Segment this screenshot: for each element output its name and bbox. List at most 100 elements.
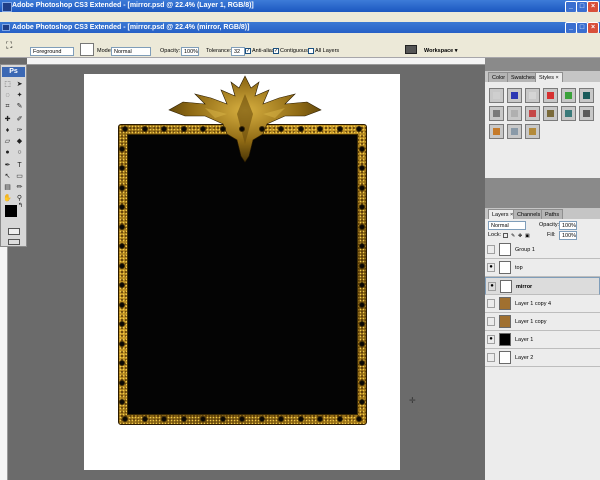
visibility-eye-icon[interactable]: ● (488, 282, 496, 291)
style-swatch[interactable] (561, 88, 576, 103)
tab-channels[interactable]: Channels (513, 209, 545, 219)
foreground-color-swatch[interactable] (5, 205, 17, 217)
visibility-eye-icon[interactable] (487, 353, 495, 362)
tab-styles[interactable]: Styles × (535, 72, 563, 82)
style-swatch[interactable] (525, 124, 540, 139)
style-swatch[interactable] (579, 88, 594, 103)
style-swatch[interactable] (525, 88, 540, 103)
swap-colors-icon[interactable]: ↰ (18, 202, 23, 209)
rivet (119, 379, 125, 386)
screen-mode-icon[interactable] (8, 239, 20, 245)
style-swatch[interactable] (543, 106, 558, 121)
crop-tool-icon[interactable]: ⌗ (3, 102, 12, 111)
layer-name: Layer 1 (515, 337, 534, 343)
magic-wand-icon[interactable]: ✦ (15, 91, 24, 100)
photoshop-app-icon (2, 2, 12, 12)
style-swatch[interactable] (507, 106, 522, 121)
layer-row[interactable]: Layer 1 copy 4 (485, 295, 600, 313)
history-brush-icon[interactable]: ✑ (15, 126, 24, 135)
rivet (317, 416, 323, 422)
style-swatch[interactable] (489, 106, 504, 121)
rivet (336, 126, 343, 132)
layer-row[interactable]: ● mirror (485, 277, 600, 295)
rivet (141, 126, 148, 132)
frame-ornament (168, 75, 322, 163)
layer-thumbnail (499, 315, 511, 328)
style-swatch[interactable] (489, 88, 504, 103)
antialias-checkbox[interactable]: ✓ (245, 48, 251, 54)
visibility-eye-icon[interactable]: ● (487, 335, 495, 344)
tolerance-input[interactable]: 32 (231, 47, 245, 56)
opacity-input[interactable]: 100% (181, 47, 199, 56)
contiguous-checkbox[interactable]: ✓ (273, 48, 279, 54)
blur-tool-icon[interactable]: ● (3, 148, 12, 157)
workspace-button[interactable]: Workspace ▾ (424, 47, 458, 56)
lock-move-icon[interactable]: ✥ (518, 233, 523, 239)
all-layers-checkbox[interactable] (308, 48, 314, 54)
all-layers-label: All Layers (315, 48, 340, 54)
rivet (356, 416, 362, 422)
pattern-picker[interactable] (80, 43, 94, 56)
layer-row[interactable]: ● top (485, 259, 600, 277)
rivet (258, 126, 265, 132)
layer-thumbnail (499, 297, 511, 310)
pen-tool-icon[interactable]: ✒ (3, 161, 12, 170)
mode-select[interactable]: Normal (111, 47, 151, 56)
rivet (356, 126, 362, 132)
eyedropper-icon[interactable]: ✏ (15, 183, 24, 192)
fill-source-select[interactable]: Foreground (30, 47, 74, 56)
app-title: Adobe Photoshop CS3 Extended - [mirror.p… (12, 2, 254, 9)
style-swatch[interactable] (579, 106, 594, 121)
visibility-eye-icon[interactable] (487, 245, 495, 254)
fill-input[interactable]: 100% (559, 231, 577, 240)
type-tool-icon[interactable]: T (15, 161, 24, 170)
eraser-tool-icon[interactable]: ▱ (3, 137, 12, 146)
tab-paths[interactable]: Paths (541, 209, 564, 219)
layer-opacity-input[interactable]: 100% (559, 221, 577, 230)
slice-tool-icon[interactable]: ✎ (15, 102, 24, 111)
rivet (122, 416, 128, 422)
style-swatch[interactable] (507, 124, 522, 139)
layer-name: mirror (516, 284, 533, 290)
rivet (239, 126, 245, 132)
ps-logo: Ps (2, 67, 25, 77)
layer-row[interactable]: Layer 2 (485, 349, 600, 367)
style-swatch[interactable] (561, 106, 576, 121)
paint-bucket-icon[interactable]: ⛶ (6, 41, 16, 50)
layer-row[interactable]: ● Layer 1 (485, 331, 600, 349)
rivet (119, 145, 125, 152)
palette-well-icon[interactable] (405, 45, 417, 54)
notes-tool-icon[interactable]: ▤ (3, 183, 12, 192)
move-tool-icon[interactable]: ➤ (15, 80, 24, 89)
lock-transparency-icon[interactable] (503, 233, 508, 238)
style-swatch[interactable] (507, 88, 522, 103)
rivet (359, 321, 365, 327)
stamp-tool-icon[interactable]: ♦ (3, 126, 12, 135)
paint-bucket-tool-icon[interactable]: ◆ (15, 137, 24, 146)
visibility-eye-icon[interactable]: ● (487, 263, 495, 272)
mode-label: Mode: (97, 48, 113, 54)
brush-tool-icon[interactable]: ✐ (15, 115, 24, 124)
layer-row[interactable]: Layer 1 copy (485, 313, 600, 331)
lock-brush-icon[interactable]: ✎ (511, 233, 516, 239)
marquee-tool-icon[interactable]: ⬚ (3, 80, 12, 89)
style-swatch[interactable] (543, 88, 558, 103)
blend-mode-select[interactable]: Normal (488, 221, 526, 230)
style-swatch[interactable] (525, 106, 540, 121)
mirror-glass (127, 134, 358, 415)
visibility-eye-icon[interactable] (487, 317, 495, 326)
tab-color[interactable]: Color (488, 72, 510, 82)
lock-all-icon[interactable]: ▣ (525, 233, 530, 239)
rivet (359, 360, 365, 366)
layer-row[interactable]: Group 1 (485, 241, 600, 259)
path-select-icon[interactable]: ↖ (3, 172, 12, 181)
lasso-tool-icon[interactable]: ◌ (3, 91, 12, 100)
dodge-tool-icon[interactable]: ○ (15, 148, 24, 157)
rivet (200, 126, 206, 132)
hand-tool-icon[interactable]: ✋ (3, 194, 12, 203)
shape-tool-icon[interactable]: ▭ (15, 172, 24, 181)
style-swatch[interactable] (489, 124, 504, 139)
quick-mask-icon[interactable] (8, 228, 20, 235)
visibility-eye-icon[interactable] (487, 299, 495, 308)
healing-brush-icon[interactable]: ✚ (3, 115, 12, 124)
